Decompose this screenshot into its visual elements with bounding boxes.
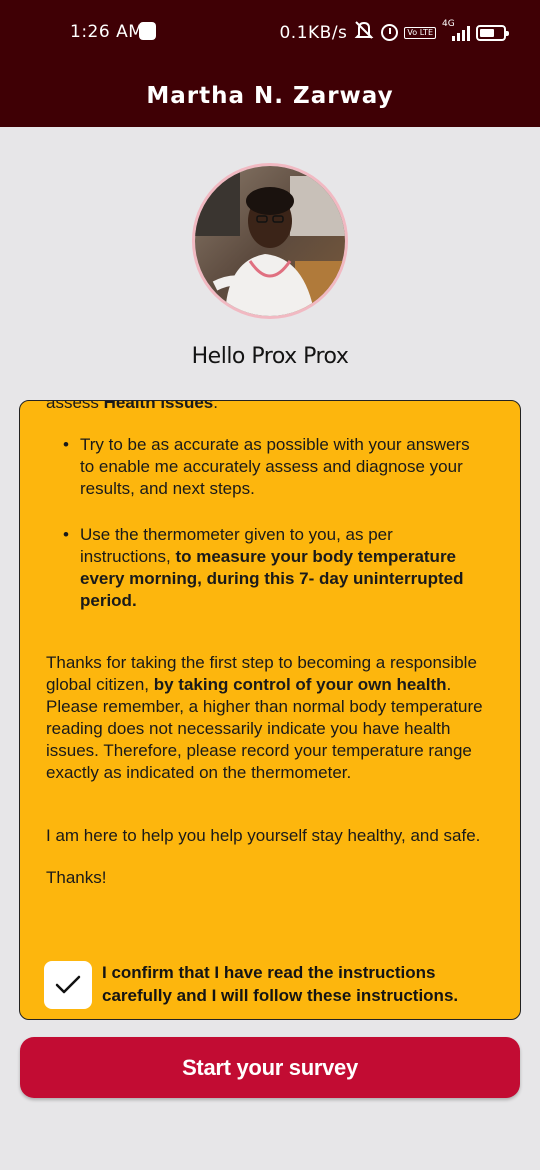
list-item: Use the thermometer given to you, as per… — [63, 524, 480, 612]
greeting: Hello Prox Prox — [191, 344, 349, 369]
confirm-row[interactable]: I confirm that I have read the instructi… — [44, 961, 504, 1009]
status-time: 1:26 AM — [70, 22, 144, 42]
app-bar: Martha N. Zarway — [0, 64, 540, 127]
instructions-panel[interactable]: assess Health issues. Try to be as accur… — [19, 400, 521, 1020]
start-survey-button[interactable]: Start your survey — [20, 1037, 520, 1098]
avatar — [192, 163, 348, 319]
signal-icon: 4G — [442, 19, 470, 41]
app-title: Martha N. Zarway — [146, 82, 394, 109]
confirm-checkbox[interactable] — [44, 961, 92, 1009]
notification-icon — [139, 22, 156, 40]
thanks-paragraph: Thanks for taking the first step to beco… — [46, 653, 483, 782]
status-icons: 0.1KB/s Vo LTE 4G 4 — [279, 19, 509, 45]
avatar-photo — [195, 166, 345, 316]
battery-icon: 4 — [476, 24, 509, 41]
list-item: Try to be as accurate as possible with y… — [63, 434, 480, 500]
check-icon — [55, 975, 81, 994]
battery-level: 4 — [495, 26, 502, 38]
help-paragraph: I am here to help you help yourself stay… — [46, 826, 481, 845]
cut-off-line: assess Health issues. — [46, 400, 218, 412]
alarm-icon — [381, 24, 399, 41]
thanks-text: Thanks! — [46, 868, 107, 887]
confirm-label: I confirm that I have read the instructi… — [102, 963, 459, 1005]
network-speed: 0.1KB/s — [279, 22, 348, 43]
instruction-list: Try to be as accurate as possible with y… — [63, 434, 480, 636]
volte-icon: Vo LTE — [404, 26, 436, 39]
network-type: 4G — [442, 18, 455, 29]
mute-icon — [353, 20, 375, 45]
status-bar: 1:26 AM 0.1KB/s Vo LTE 4G 4 — [0, 0, 540, 64]
